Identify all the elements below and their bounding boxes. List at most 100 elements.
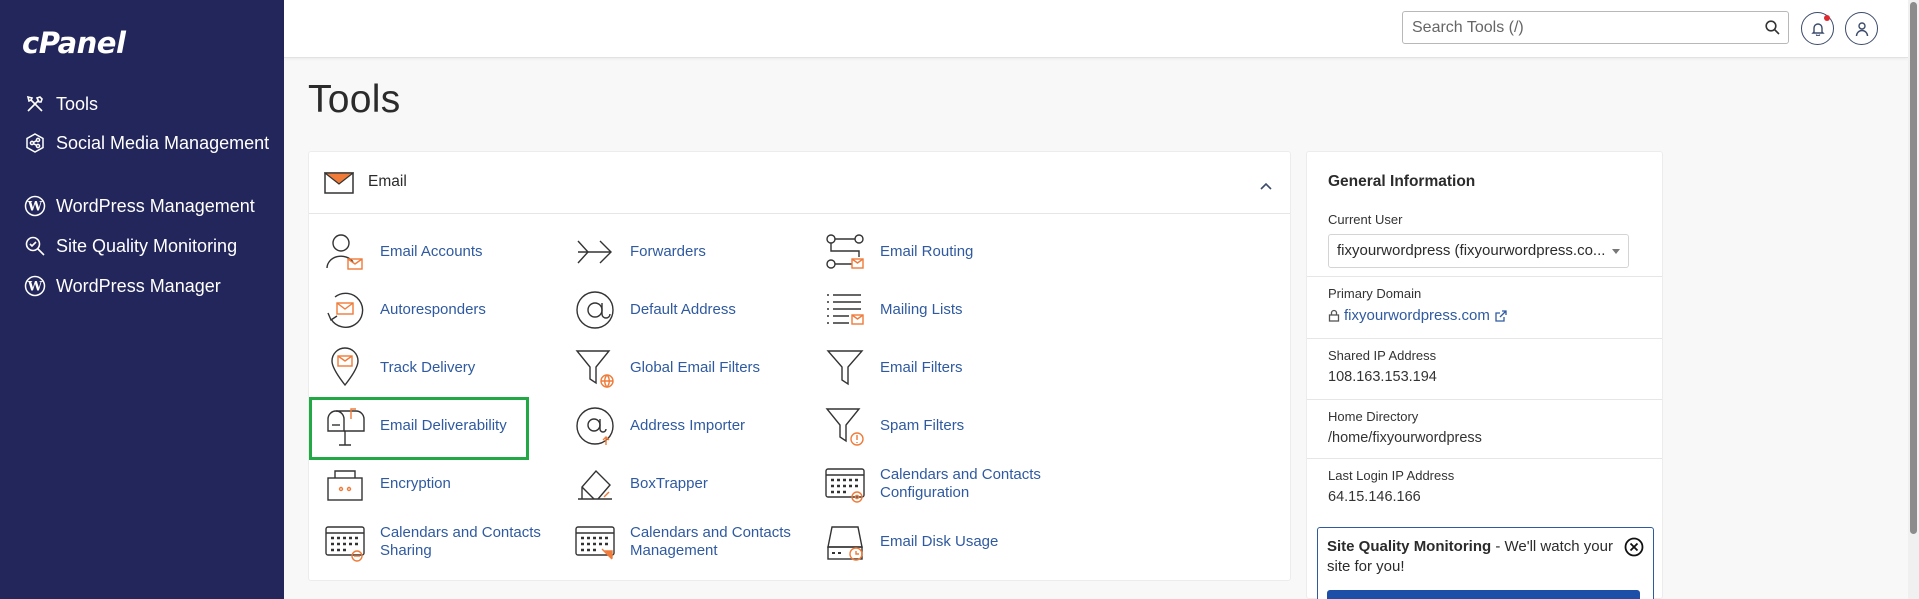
tool-autoresponders[interactable]: Autoresponders [322,287,486,333]
user-icon [1855,21,1868,36]
primary-domain-row: Primary Domain fixyourwordpress.com [1307,277,1662,339]
tool-label: Calendars and Contacts Management [630,524,791,559]
calendar-sharing-icon [322,519,368,565]
tool-label: Global Email Filters [630,359,761,376]
home-directory-row: Home Directory /home/fixyourwordpress [1307,400,1662,459]
tool-forwarders[interactable]: Forwarders [572,229,706,275]
tool-track-delivery[interactable]: Track Delivery [322,345,475,391]
sidebar-item-social-media[interactable]: Social Media Management [0,131,284,179]
current-user-select[interactable]: fixyourwordpress (fixyourwordpress.co... [1328,234,1629,268]
email-deliverability-icon [322,403,368,449]
cpanel-logo[interactable]: cPanel [22,26,126,60]
last-login-value: 64.15.146.166 [1328,489,1421,505]
chevron-up-icon[interactable] [1260,177,1272,195]
sidebar-item-tools[interactable]: Tools [0,92,284,116]
tool-label: Mailing Lists [880,301,963,318]
shared-ip-label: Shared IP Address [1328,348,1437,363]
social-media-icon [22,131,48,155]
email-disk-usage-icon [822,519,868,565]
tool-label: Encryption [380,475,451,492]
notifications-button[interactable] [1801,12,1834,45]
tool-calendars-contacts-config[interactable]: Calendars and Contacts Configuration [822,461,1050,507]
general-info-title: General Information [1328,173,1476,190]
autoresponders-icon [322,287,368,333]
tool-label: Track Delivery [380,359,476,376]
tool-label: Spam Filters [880,417,965,434]
default-address-icon [572,287,618,333]
tool-email-routing[interactable]: Email Routing [822,229,973,275]
tool-email-filters[interactable]: Email Filters [822,345,963,391]
encryption-icon [322,461,368,507]
tool-email-disk-usage[interactable]: Email Disk Usage [822,519,998,565]
tool-label: Email Accounts [380,243,483,260]
tool-spam-filters[interactable]: Spam Filters [822,403,964,449]
email-accounts-icon [322,229,368,275]
current-user-label: Current User [1328,212,1403,227]
tool-encryption[interactable]: Encryption [322,461,451,507]
site-quality-banner: Site Quality Monitoring - We'll watch yo… [1317,527,1654,599]
sidebar-item-site-quality[interactable]: Site Quality Monitoring [0,234,284,258]
tool-label: Email Deliverability [380,417,507,434]
sidebar: cPanel Tools Social Media Management W W… [0,0,284,599]
wordpress-icon: W [22,274,48,298]
last-login-label: Last Login IP Address [1328,468,1455,483]
track-delivery-icon [322,345,368,391]
tool-email-deliverability[interactable]: Email Deliverability [322,403,507,449]
tool-label: Autoresponders [380,301,486,318]
home-directory-value: /home/fixyourwordpress [1328,430,1482,446]
close-icon[interactable] [1624,537,1644,563]
sidebar-item-wordpress-management[interactable]: W WordPress Management [0,194,284,218]
primary-domain-link[interactable]: fixyourwordpress.com [1344,307,1490,324]
lock-icon [1328,309,1340,322]
shared-ip-row: Shared IP Address 108.163.153.194 [1307,339,1662,400]
primary-domain-label: Primary Domain [1328,286,1422,301]
sidebar-item-wordpress-manager[interactable]: W WordPress Manager [0,274,284,298]
bell-icon [1810,22,1825,36]
last-login-row: Last Login IP Address 64.15.146.166 [1307,459,1662,522]
tool-mailing-lists[interactable]: Mailing Lists [822,287,963,333]
sqm-action-button[interactable] [1327,590,1640,599]
sidebar-item-label: Social Media Management [56,133,270,153]
address-importer-icon [572,403,618,449]
email-filters-icon [822,345,868,391]
calendar-management-icon [572,519,618,565]
tool-label: Email Filters [880,359,963,376]
tool-default-address[interactable]: Default Address [572,287,736,333]
tool-label: Forwarders [630,243,706,260]
notification-dot [1824,15,1830,21]
primary-domain-value: fixyourwordpress.com [1328,307,1662,324]
tool-calendars-contacts-sharing[interactable]: Calendars and Contacts Sharing [322,519,550,565]
tool-email-accounts[interactable]: Email Accounts [322,229,483,275]
sidebar-item-label: Tools [56,94,99,114]
boxtrapper-icon [572,461,618,507]
email-panel-header[interactable]: Email [309,152,1290,214]
envelope-icon [323,172,355,199]
tool-calendars-contacts-management[interactable]: Calendars and Contacts Management [572,519,800,565]
calendar-config-icon [822,461,868,507]
home-directory-label: Home Directory [1328,409,1419,424]
email-panel-title: Email [368,173,407,190]
caret-down-icon [1612,249,1620,254]
scrollbar-thumb[interactable] [1910,2,1917,534]
tool-label: Default Address [630,301,736,318]
search-box [1402,11,1789,44]
current-user-value: fixyourwordpress (fixyourwordpress.co... [1337,242,1606,259]
tool-global-email-filters[interactable]: Global Email Filters [572,345,760,391]
svg-text:W: W [27,280,43,295]
external-link-icon[interactable] [1495,309,1507,322]
mailing-lists-icon [822,287,868,333]
magnifier-check-icon [22,234,48,258]
tool-label: Email Routing [880,243,974,260]
search-input[interactable] [1403,12,1743,43]
tool-label: BoxTrapper [630,475,708,492]
user-menu-button[interactable] [1845,12,1878,45]
global-email-filters-icon [572,345,618,391]
tool-boxtrapper[interactable]: BoxTrapper [572,461,708,507]
spam-filters-icon [822,403,868,449]
sidebar-nav: Tools Social Media Management W WordPres… [0,92,284,298]
tool-address-importer[interactable]: Address Importer [572,403,745,449]
page-title: Tools [308,78,401,121]
tool-label: Calendars and Contacts Configuration [880,466,1041,501]
scrollbar[interactable] [1908,0,1919,599]
search-icon[interactable] [1765,20,1780,40]
